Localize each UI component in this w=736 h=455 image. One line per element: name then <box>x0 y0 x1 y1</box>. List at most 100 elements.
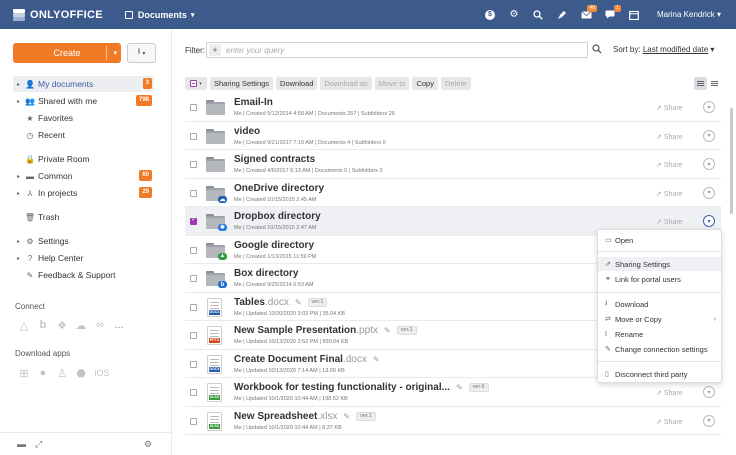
settings-icon[interactable]: ⚙ <box>502 0 526 29</box>
sidebar-item-shared-with-me[interactable]: ▸ 👥 Shared with me 798 <box>13 93 154 109</box>
item-name[interactable]: Tables.docx ✎ ver.1 <box>234 297 328 308</box>
table-row[interactable]: ☁ OneDrive directory Me | Created 10/15/… <box>185 179 721 207</box>
chat-icon[interactable]: ▬ <box>17 439 26 449</box>
table-row[interactable]: Signed contracts Me | Created 4/6/2017 6… <box>185 150 721 179</box>
share-button[interactable]: ⇗Share <box>656 104 683 112</box>
table-row[interactable]: XLSX New Spreadsheet.xlsx ✎ ver.1 Me | Upd… <box>185 407 721 435</box>
row-checkbox[interactable] <box>190 132 197 140</box>
menu-item-change-connection[interactable]: ✎ Change connection settings <box>598 342 721 356</box>
copy-button[interactable]: Copy <box>412 77 438 90</box>
mail-icon[interactable]: 40 <box>574 0 598 29</box>
row-checkbox[interactable] <box>190 417 197 425</box>
sharing-settings-button[interactable]: Sharing Settings <box>210 77 274 90</box>
expand-arrow-icon[interactable]: ▸ <box>13 81 24 88</box>
filter-input[interactable] <box>226 45 576 55</box>
item-name[interactable]: Google directory <box>234 240 314 251</box>
dropbox-icon[interactable]: ❖ <box>55 318 69 332</box>
expand-arrow-icon[interactable]: ▸ <box>13 173 24 180</box>
item-name[interactable]: Box directory <box>234 268 298 279</box>
share-button[interactable]: ⇗Share <box>656 218 683 226</box>
row-checkbox[interactable] <box>190 189 197 197</box>
feed-icon[interactable] <box>550 0 574 29</box>
sidebar-item-recent[interactable]: ◷ Recent <box>13 127 154 143</box>
download-as-button[interactable]: Download as <box>320 77 372 90</box>
expand-arrow-icon[interactable]: ▸ <box>13 255 24 262</box>
sidebar-item-in-projects[interactable]: ▸ ⅄ In projects 29 <box>13 185 154 201</box>
delete-button[interactable]: Delete <box>440 77 471 90</box>
menu-item-link-portal[interactable]: ⚭ Link for portal users <box>598 272 721 286</box>
nextcloud-icon[interactable]: ∞ <box>93 318 107 332</box>
google-drive-icon[interactable]: △ <box>17 318 31 332</box>
create-button[interactable]: Create ▾ <box>13 43 121 63</box>
item-name[interactable]: Dropbox directory <box>234 211 321 222</box>
item-name[interactable]: Signed contracts <box>234 154 315 165</box>
row-checkbox[interactable] <box>190 246 197 254</box>
table-row[interactable]: video Me | Created 9/21/2017 7:10 AM | D… <box>185 122 721 150</box>
item-name[interactable]: New Sample Presentation.pptx ✎ ver.1 <box>234 325 417 336</box>
expand-arrow-icon[interactable]: ▸ <box>13 98 24 105</box>
more-actions-button[interactable]: ▾ <box>703 101 715 113</box>
select-all-checkbox[interactable]: ▾ <box>185 77 207 90</box>
compact-view-icon[interactable] <box>708 77 721 90</box>
row-checkbox[interactable] <box>190 360 197 368</box>
android-icon[interactable]: ⬣ <box>74 366 88 380</box>
expand-arrow-icon[interactable]: ▸ <box>13 238 24 245</box>
row-checkbox[interactable] <box>190 216 197 225</box>
apple-icon[interactable]: ● <box>36 366 50 380</box>
share-button[interactable]: ⇗Share <box>656 190 683 198</box>
expand-arrow-icon[interactable]: ▸ <box>13 190 24 197</box>
sidebar-item-private-room[interactable]: 🔒 Private Room <box>13 151 154 167</box>
share-button[interactable]: ⇗Share <box>656 133 683 141</box>
row-checkbox[interactable] <box>190 104 197 111</box>
gear-icon[interactable]: ⚙ <box>144 439 152 450</box>
more-actions-button[interactable]: ▾ <box>703 158 715 170</box>
more-actions-button[interactable]: ▾ <box>703 186 715 199</box>
share-button[interactable]: ⇗Share <box>656 161 683 169</box>
menu-item-download[interactable]: ⭳ Download <box>598 297 721 311</box>
sort-selector[interactable]: Sort by: Last modified date ▾ <box>613 45 714 54</box>
more-actions-button[interactable]: ▾ <box>703 129 715 142</box>
table-row[interactable]: Email-In Me | Created 5/12/2014 4:58 AM … <box>185 93 721 122</box>
chat-icon[interactable]: 1 <box>598 0 622 29</box>
sidebar-item-favorites[interactable]: ★ Favorites <box>13 110 154 126</box>
download-button[interactable]: Download <box>276 77 318 90</box>
list-view-icon[interactable] <box>694 77 707 90</box>
onedrive-icon[interactable]: ☁ <box>74 318 88 332</box>
expand-icon[interactable]: ⤢ <box>35 439 42 450</box>
box-icon[interactable]: b <box>36 318 50 332</box>
menu-item-open[interactable]: ▭ Open <box>598 233 721 247</box>
item-name[interactable]: Email-In <box>234 97 273 108</box>
share-button[interactable]: ⇗Share <box>656 418 683 426</box>
payments-icon[interactable]: $ <box>478 0 502 29</box>
sidebar-item-settings[interactable]: ▸ ⚙ Settings <box>13 233 154 249</box>
sidebar-item-common[interactable]: ▸ ▬ Common 60 <box>13 168 154 184</box>
linux-icon[interactable]: ♙ <box>55 366 69 380</box>
row-checkbox[interactable] <box>190 275 197 282</box>
sidebar-item-trash[interactable]: 🗑 Trash <box>13 209 154 225</box>
item-name[interactable]: video <box>234 126 260 137</box>
item-name[interactable]: Create Document Final.docx ✎ <box>234 354 380 365</box>
sidebar-item-my-documents[interactable]: ▸ 👤 My documents 3 <box>13 76 154 92</box>
row-checkbox[interactable] <box>190 303 197 311</box>
move-to-button[interactable]: Move to <box>374 77 410 90</box>
item-name[interactable]: Workbook for testing functionality - ori… <box>234 382 489 393</box>
calendar-icon[interactable] <box>622 0 646 29</box>
sidebar-item-help-center[interactable]: ▸ ? Help Center <box>13 250 154 266</box>
more-services-icon[interactable]: ... <box>112 318 126 332</box>
item-name[interactable]: New Spreadsheet.xlsx ✎ ver.1 <box>234 411 377 422</box>
upload-button[interactable]: ⭱ ▾ <box>127 43 156 63</box>
more-actions-button[interactable]: ▾ <box>703 414 715 427</box>
ios-icon[interactable]: iOS <box>93 366 111 380</box>
menu-item-rename[interactable]: I Rename <box>598 327 721 341</box>
add-filter-icon[interactable]: + <box>209 44 221 56</box>
item-name[interactable]: OneDrive directory <box>234 183 324 194</box>
windows-icon[interactable]: ⊞ <box>17 366 31 380</box>
scrollbar-thumb[interactable] <box>730 108 733 214</box>
module-switcher[interactable]: Documents ▾ <box>124 10 194 20</box>
menu-item-move-copy[interactable]: ⇄ Move or Copy › <box>598 312 721 326</box>
user-menu[interactable]: Marina Kendrick ▾ <box>657 10 721 19</box>
sidebar-item-feedback[interactable]: ✎ Feedback & Support <box>13 267 154 283</box>
row-checkbox[interactable] <box>190 389 197 396</box>
more-actions-button[interactable]: ▾ <box>703 215 715 227</box>
row-checkbox[interactable] <box>190 161 197 168</box>
